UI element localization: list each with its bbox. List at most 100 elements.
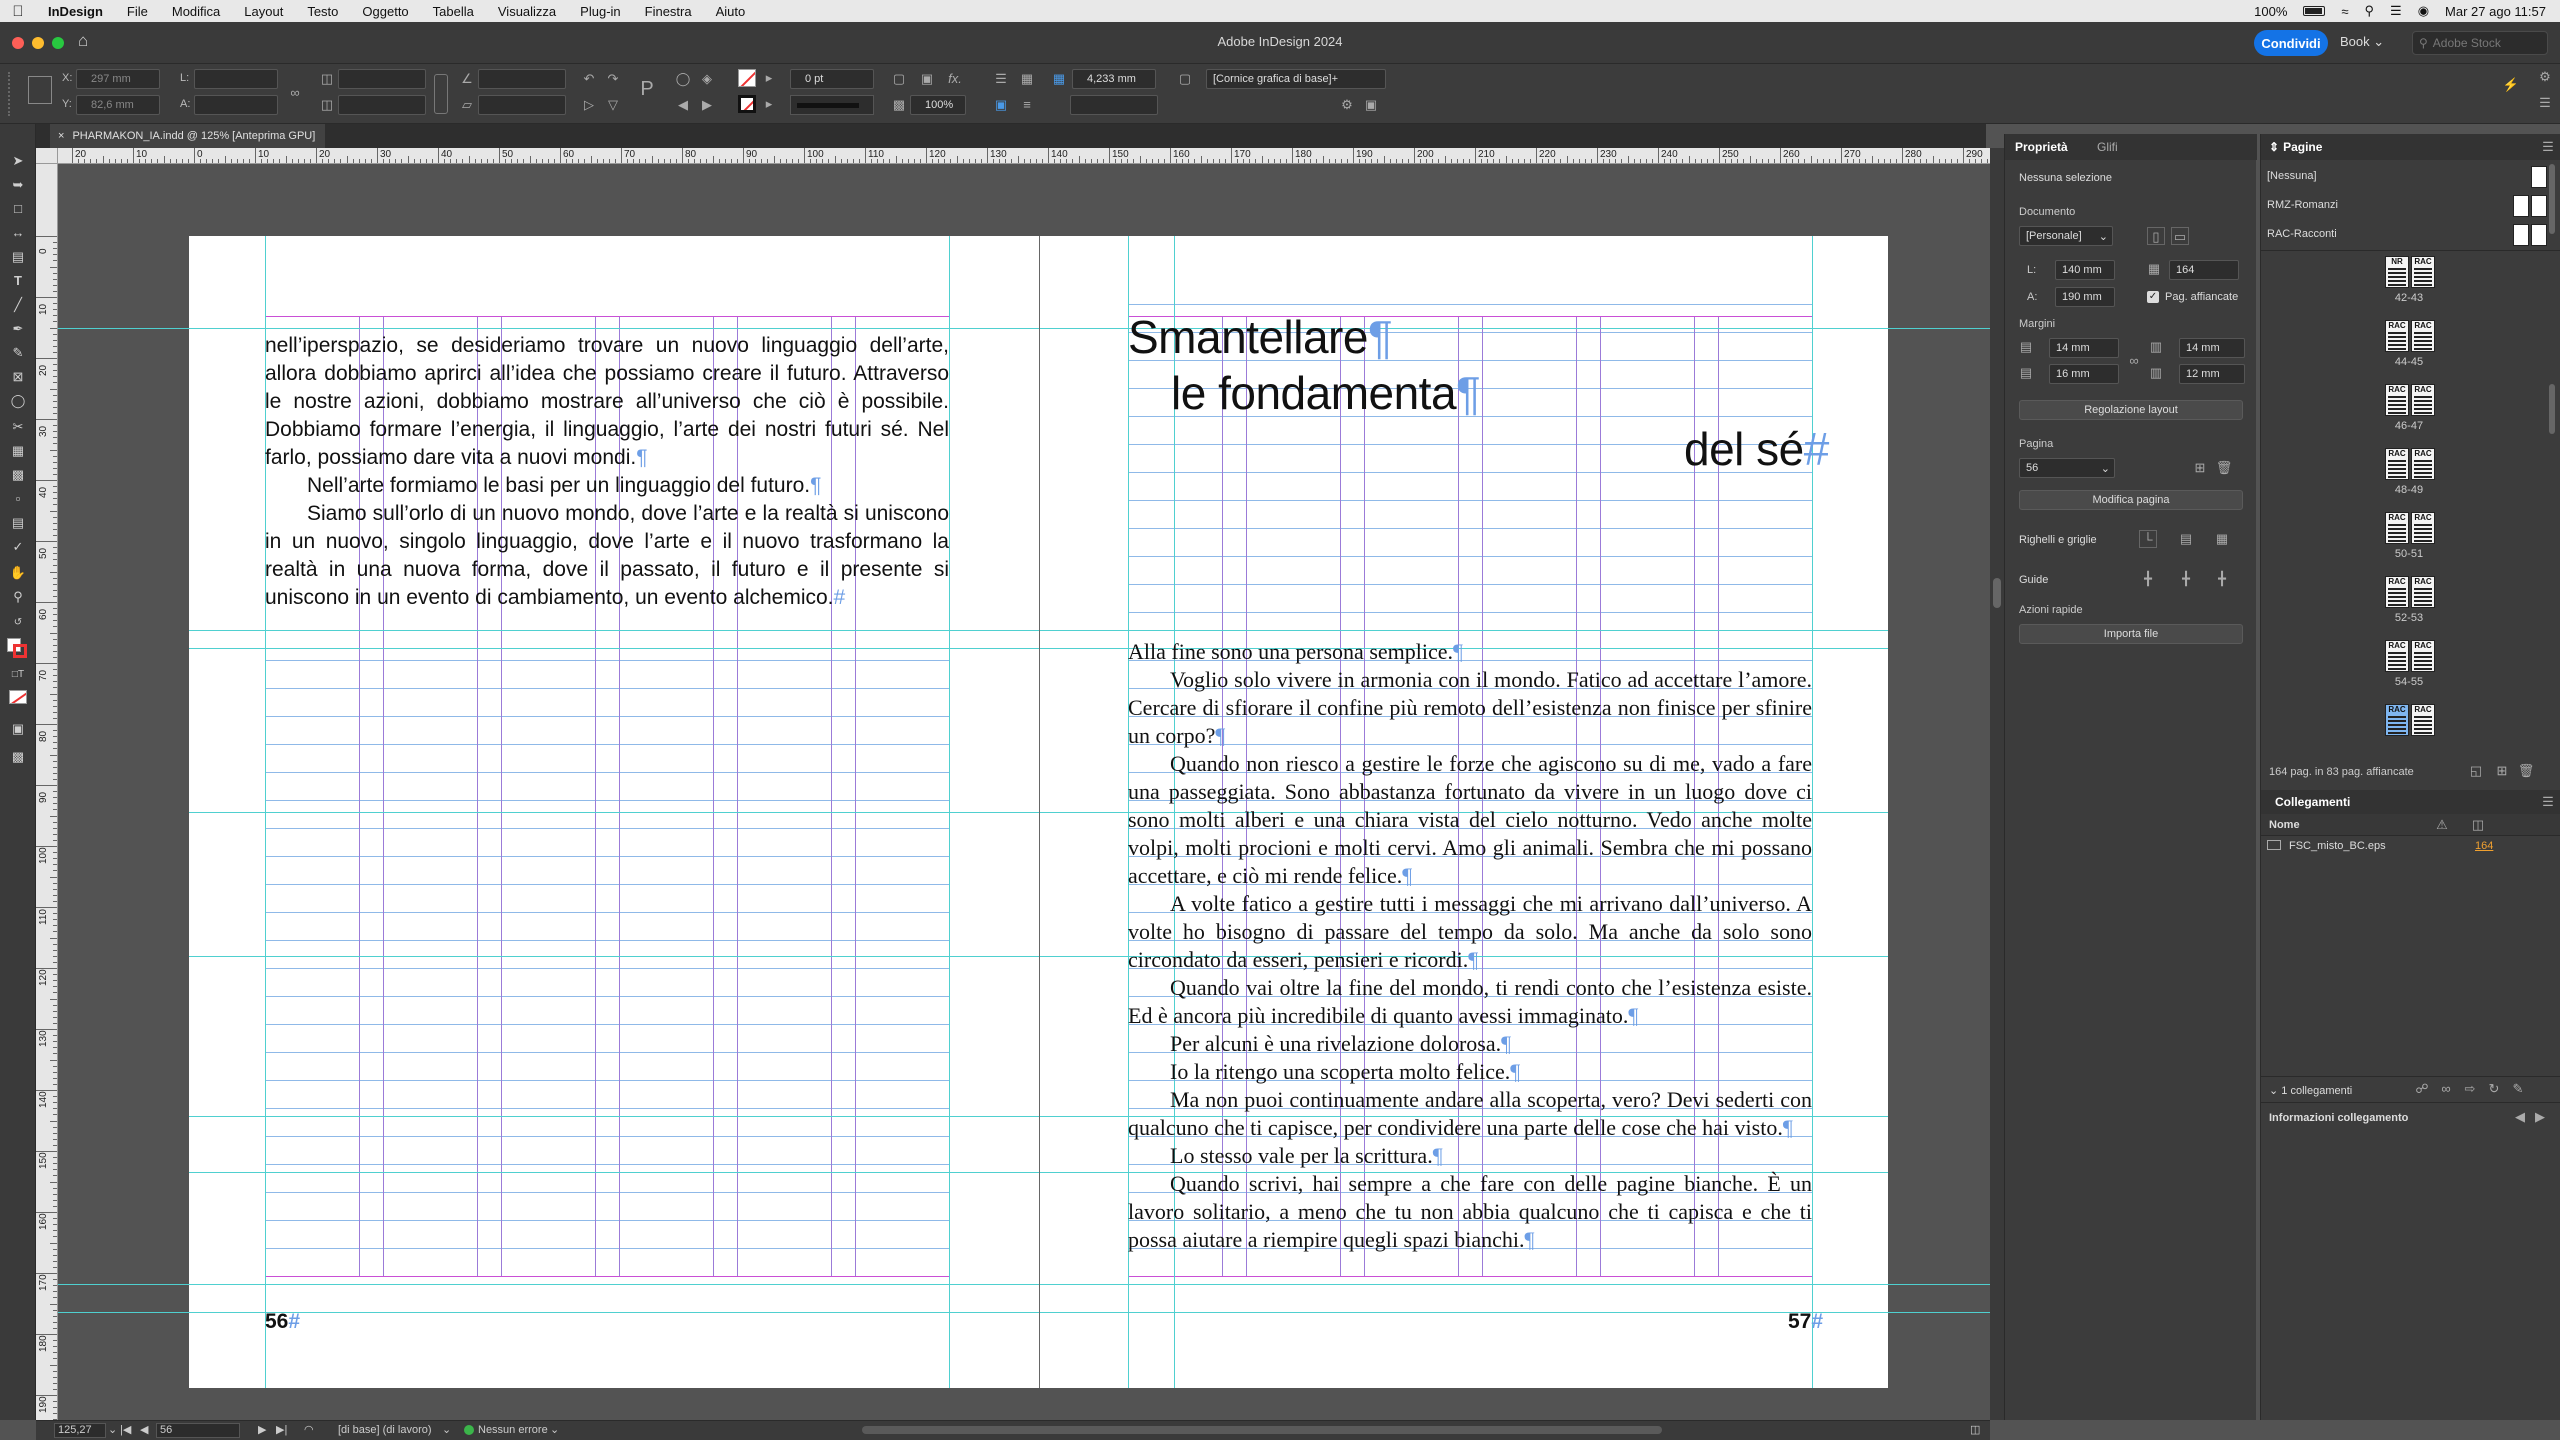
battery-icon[interactable] <box>2303 6 2326 16</box>
document-vertical-scrollbar[interactable] <box>1990 148 2004 1420</box>
view-mode-icon[interactable]: ▩ <box>9 748 27 766</box>
panel-menu-icon[interactable]: ☰ <box>2539 793 2557 811</box>
siri-icon[interactable]: ◉ <box>2418 3 2429 19</box>
horizontal-ruler[interactable]: 20 10 0 10 20 30 40 50 60 70 80 90 100 110 120 130 140 15… <box>58 148 1990 164</box>
menu-edit[interactable]: Modifica <box>160 4 232 19</box>
pasteboard[interactable]: nell’iperspazio, se desideriamo trovare … <box>58 164 1990 1420</box>
chevron-down-icon[interactable]: ⌄ <box>108 1423 117 1436</box>
master-status[interactable]: [di base] (di lavoro) <box>338 1424 432 1436</box>
menu-table[interactable]: Tabella <box>421 4 486 19</box>
link-icon[interactable]: ∞ <box>286 84 304 102</box>
menu-plugins[interactable]: Plug-in <box>568 4 632 19</box>
fill-dropdown-icon[interactable]: ▸ <box>760 69 778 87</box>
links-col-name[interactable]: Nome <box>2269 819 2300 831</box>
stroke-type-select[interactable] <box>790 95 874 115</box>
wifi-icon[interactable]: ≈ <box>2341 4 2348 19</box>
stock-search-input[interactable]: ⚲ Adobe Stock <box>2412 31 2548 55</box>
share-button[interactable]: Condividi <box>2254 30 2328 56</box>
document-grid-icon[interactable]: ▦ <box>2213 530 2231 548</box>
folio-left[interactable]: 56# <box>265 1310 300 1334</box>
split-window-icon[interactable]: ◫ <box>1970 1423 1980 1436</box>
pages-count-input[interactable]: 164 <box>2169 260 2239 280</box>
select-content-icon[interactable]: ◈ <box>698 70 716 88</box>
ellipse-tool-icon[interactable]: ◯ <box>9 392 27 410</box>
direct-selection-tool-icon[interactable]: ➥ <box>9 176 27 194</box>
type-tool-icon[interactable]: T <box>9 272 27 290</box>
apply-none-icon[interactable] <box>9 690 27 704</box>
gap-tool-icon[interactable]: ↔ <box>9 224 27 242</box>
master-item[interactable]: RAC-Racconti <box>2267 224 2547 250</box>
swap-fill-stroke-icon[interactable]: ↺ <box>9 614 27 632</box>
landscape-orientation-icon[interactable]: ▭ <box>2171 227 2189 245</box>
margin-outside-input[interactable]: 12 mm <box>2179 364 2245 384</box>
select-next-icon[interactable]: ▶ <box>698 96 716 114</box>
opacity-input[interactable]: 100% <box>910 95 966 115</box>
pen-tool-icon[interactable]: ✒ <box>9 320 27 338</box>
lightning-icon[interactable]: ⚡ <box>2502 76 2520 94</box>
rectangle-frame-tool-icon[interactable]: ⊠ <box>9 368 27 386</box>
page-thumbnail[interactable]: RAC <box>2411 384 2435 416</box>
chapter-title-line-1[interactable]: Smantellare¶ <box>1128 310 1393 364</box>
corner-options-icon[interactable]: ▢ <box>1176 70 1194 88</box>
apple-icon[interactable]:  <box>0 3 36 20</box>
masters-scrollbar[interactable] <box>2549 164 2555 234</box>
ruler-origin[interactable] <box>36 148 58 164</box>
page-thumbnail[interactable]: RAC <box>2411 448 2435 480</box>
page-thumbnail[interactable]: RAC <box>2385 384 2409 416</box>
edit-page-button[interactable]: Modifica pagina <box>2019 490 2243 510</box>
redefine-style-icon[interactable]: ▣ <box>1362 96 1380 114</box>
pages-scrollbar[interactable] <box>2549 384 2555 434</box>
master-thumbnail[interactable] <box>2513 195 2529 217</box>
page-thumbnail[interactable]: NR <box>2385 256 2409 288</box>
spread-thumbnail[interactable]: RAC RAC <box>2379 704 2439 746</box>
close-tab-icon[interactable]: × <box>58 130 64 142</box>
ruler-icon[interactable]: └ <box>2139 530 2157 548</box>
relink-icon[interactable]: ☍ <box>2413 1080 2431 1098</box>
scale-y-input[interactable] <box>338 95 426 115</box>
preflight-status[interactable]: Nessun errore <box>478 1424 548 1436</box>
master-thumbnail[interactable] <box>2531 166 2547 188</box>
first-page-icon[interactable]: |◀ <box>120 1423 131 1436</box>
page-thumbnail[interactable]: RAC <box>2411 704 2435 736</box>
flip-horizontal-icon[interactable]: ▷ <box>580 96 598 114</box>
right-text-frame[interactable]: Alla fine sono una persona semplice.¶ Vog… <box>1128 638 1812 1254</box>
last-page-icon[interactable]: ▶| <box>276 1423 287 1436</box>
menu-app[interactable]: InDesign <box>36 4 115 19</box>
page-thumbnail[interactable]: RAC <box>2385 320 2409 352</box>
free-transform-tool-icon[interactable]: ▦ <box>9 442 27 460</box>
page-number-field[interactable]: 56 <box>156 1423 240 1438</box>
line-tool-icon[interactable]: ╱ <box>9 296 27 314</box>
chapter-title-line-3[interactable]: del sé# <box>1684 422 1829 476</box>
x-position-input[interactable]: 297 mm <box>76 69 160 89</box>
link-chain-icon[interactable]: ∞ <box>2437 1080 2455 1098</box>
stroke-weight-input[interactable]: 0 pt <box>790 69 874 89</box>
menu-file[interactable]: File <box>115 4 160 19</box>
page-thumbnail[interactable]: RAC <box>2385 512 2409 544</box>
add-page-icon[interactable]: ⊞ <box>2191 459 2209 477</box>
rotate-cw-icon[interactable]: ↷ <box>604 70 622 88</box>
screen-mode-icon[interactable]: ▣ <box>9 720 27 738</box>
previous-link-icon[interactable]: ◀ <box>2511 1108 2529 1126</box>
next-link-icon[interactable]: ▶ <box>2531 1108 2549 1126</box>
select-container-icon[interactable]: ◯ <box>674 70 692 88</box>
search-icon[interactable]: ⚲ <box>2365 3 2375 19</box>
vertical-ruler[interactable]: 0 10 20 30 40 50 60 70 80 90 100 110 120 130 140 150 160… <box>36 164 58 1420</box>
stroke-dropdown-icon[interactable]: ▸ <box>760 95 778 113</box>
menu-layout[interactable]: Layout <box>232 4 295 19</box>
text-wrap-icon[interactable]: ☰ <box>992 70 1010 88</box>
align-center-icon[interactable]: ≡ <box>1018 96 1036 114</box>
auto-fit-icon[interactable]: ▣ <box>992 96 1010 114</box>
page-tool-icon[interactable]: □ <box>9 200 27 218</box>
stroke-none-swatch-icon[interactable] <box>738 95 756 113</box>
pencil-tool-icon[interactable]: ✎ <box>9 344 27 362</box>
clear-overrides-icon[interactable]: ⚙ <box>1338 96 1356 114</box>
page-thumbnail[interactable]: RAC <box>2411 640 2435 672</box>
page-thumbnail[interactable]: RAC <box>2411 576 2435 608</box>
doc-height-input[interactable]: 190 mm <box>2055 287 2115 307</box>
delete-pages-icon[interactable]: 🗑 <box>2517 762 2535 780</box>
flip-vertical-icon[interactable]: ▽ <box>604 96 622 114</box>
scissors-tool-icon[interactable]: ✂ <box>9 418 27 436</box>
page-thumbnail[interactable]: RAC <box>2385 448 2409 480</box>
note-tool-icon[interactable]: ▤ <box>9 514 27 532</box>
folio-right[interactable]: 57# <box>1788 1310 1823 1334</box>
